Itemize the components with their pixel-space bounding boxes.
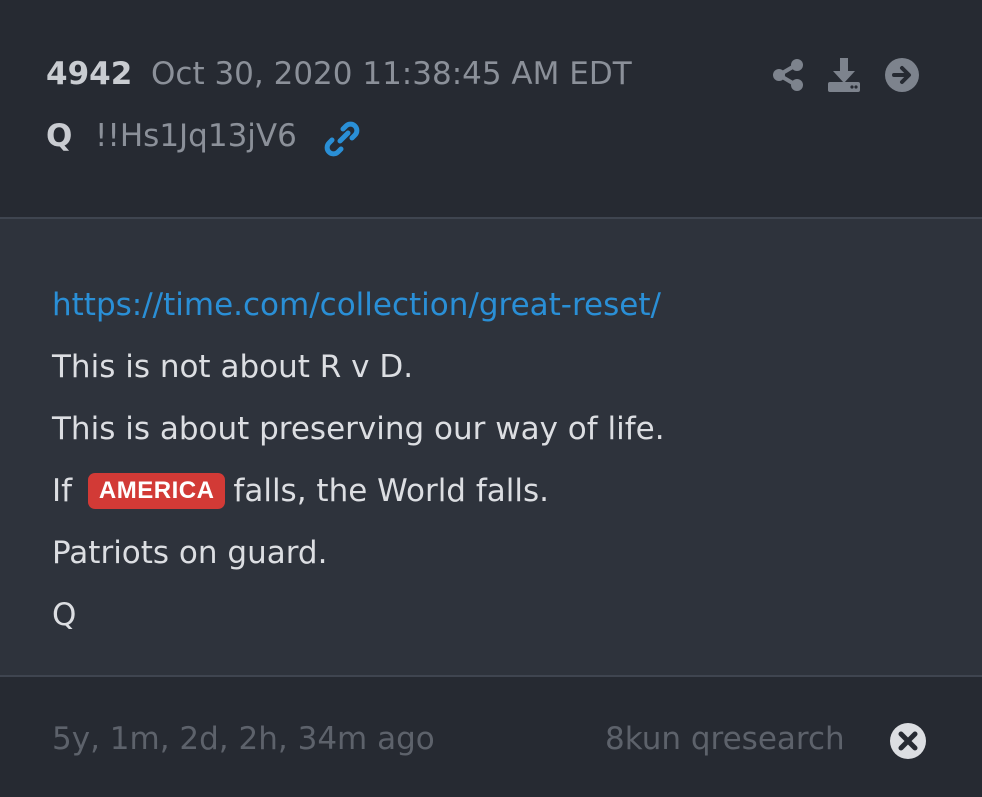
post-body: https://time.com/collection/great-reset/… [0, 219, 982, 675]
post-signature: Q [52, 597, 77, 633]
post-source[interactable]: 8kun qresearch [605, 721, 845, 757]
post-tripcode: !!Hs1Jq13jV6 [95, 118, 297, 154]
share-icon[interactable] [769, 56, 807, 94]
post-text-line: Patriots on guard. [52, 535, 328, 571]
q-post-card: 4942 Oct 30, 2020 11:38:45 AM EDT Q !!Hs… [0, 0, 982, 797]
post-text-line: This is not about R v D. [52, 349, 414, 385]
link-icon[interactable] [323, 120, 361, 158]
post-header: 4942 Oct 30, 2020 11:38:45 AM EDT Q !!Hs… [0, 0, 982, 218]
post-footer: 5y, 1m, 2d, 2h, 34m ago 8kun qresearch [0, 677, 982, 797]
download-icon[interactable] [825, 56, 863, 94]
post-text-line: If AMERICA falls, the World falls. [52, 473, 549, 509]
post-number[interactable]: 4942 [46, 56, 132, 92]
post-author: Q [46, 118, 73, 154]
line-prefix: If [52, 473, 73, 509]
america-badge: AMERICA [87, 473, 226, 509]
close-icon[interactable] [889, 722, 927, 760]
post-age: 5y, 1m, 2d, 2h, 34m ago [52, 721, 435, 757]
arrow-right-circle-icon[interactable] [883, 56, 921, 94]
post-timestamp: Oct 30, 2020 11:38:45 AM EDT [151, 56, 632, 92]
post-url-link[interactable]: https://time.com/collection/great-reset/ [52, 287, 661, 323]
line-suffix: falls, the World falls. [233, 473, 549, 509]
post-text-line: This is about preserving our way of life… [52, 411, 665, 447]
